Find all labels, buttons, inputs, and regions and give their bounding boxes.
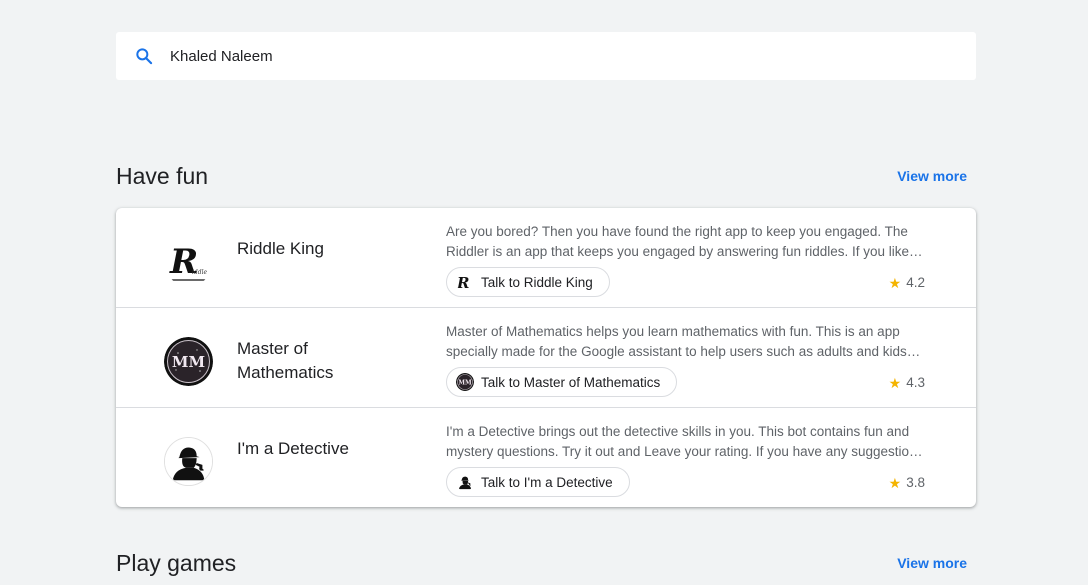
- search-input[interactable]: [170, 47, 930, 65]
- svg-text:R: R: [456, 274, 469, 291]
- view-more-link[interactable]: View more: [897, 555, 967, 571]
- app-name[interactable]: I'm a Detective: [237, 437, 407, 461]
- talk-to-button[interactable]: MM Talk to Master of Mathematics: [446, 367, 678, 397]
- search-bar[interactable]: [116, 32, 976, 80]
- star-icon: ★: [888, 374, 902, 391]
- detective-logo-icon: [456, 473, 474, 491]
- rating-value: 4.3: [906, 375, 925, 390]
- list-item[interactable]: MM Master of Mathematics Master of Mathe…: [116, 308, 976, 408]
- master-of-mathematics-logo-icon: MM: [164, 337, 213, 386]
- app-description: Are you bored? Then you have found the r…: [446, 224, 910, 259]
- rating: ★ 3.8: [889, 475, 925, 490]
- app-name[interactable]: Riddle King: [237, 237, 407, 261]
- detective-logo-icon: [164, 437, 213, 486]
- talk-to-label: Talk to I'm a Detective: [481, 474, 613, 490]
- svg-text:MM: MM: [172, 353, 205, 371]
- star-icon: ★: [888, 274, 902, 291]
- talk-to-label: Talk to Master of Mathematics: [481, 374, 661, 390]
- star-icon: ★: [888, 474, 902, 491]
- section-header-have-fun: Have fun View more: [116, 161, 976, 191]
- master-of-mathematics-logo-icon: MM: [456, 373, 474, 391]
- talk-to-label: Talk to Riddle King: [481, 274, 593, 290]
- rating: ★ 4.3: [889, 375, 925, 390]
- talk-to-button[interactable]: R Talk to Riddle King: [446, 267, 610, 297]
- search-icon[interactable]: [134, 46, 154, 66]
- rating-value: 3.8: [906, 475, 925, 490]
- section-header-play-games: Play games View more: [116, 548, 976, 578]
- svg-text:MM: MM: [458, 380, 472, 387]
- riddle-king-logo-icon: R iddle: [164, 237, 213, 286]
- app-description: I'm a Detective brings out the detective…: [446, 424, 924, 459]
- view-more-link[interactable]: View more: [897, 168, 967, 184]
- svg-text:R: R: [169, 242, 198, 282]
- section-title: Play games: [116, 549, 237, 576]
- list-item[interactable]: I'm a Detective I'm a Detective brings o…: [116, 408, 976, 507]
- talk-to-button[interactable]: Talk to I'm a Detective: [446, 467, 630, 497]
- svg-text:iddle: iddle: [192, 269, 208, 276]
- riddle-king-logo-icon: R: [456, 273, 474, 291]
- list-item[interactable]: R iddle Riddle King Are you bored? Then …: [116, 208, 976, 308]
- apps-card: R iddle Riddle King Are you bored? Then …: [116, 208, 976, 507]
- app-description: Master of Mathematics helps you learn ma…: [446, 324, 907, 359]
- rating: ★ 4.2: [889, 275, 925, 290]
- app-name[interactable]: Master of Mathematics: [237, 337, 407, 385]
- section-title: Have fun: [116, 162, 209, 189]
- rating-value: 4.2: [906, 275, 925, 290]
